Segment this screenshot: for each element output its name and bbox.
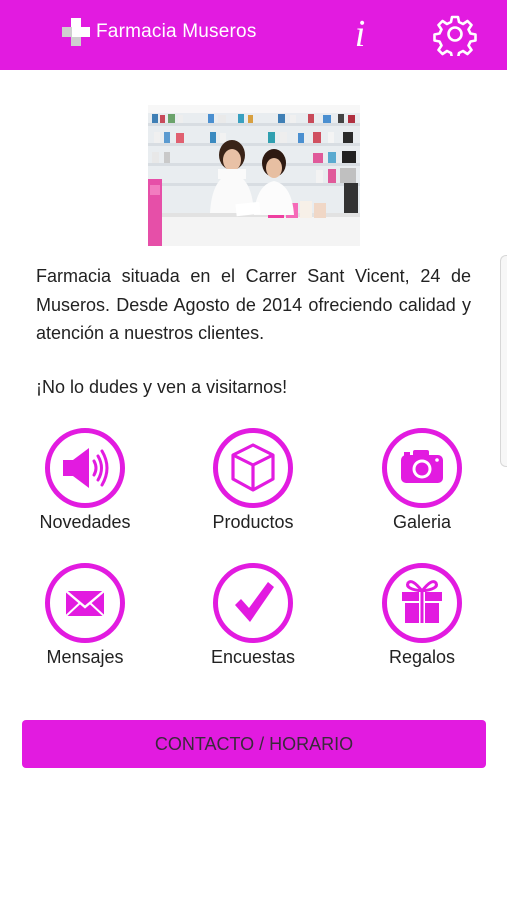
menu-item-circle	[382, 563, 462, 643]
scroll-indicator[interactable]	[500, 255, 507, 467]
envelope-icon	[65, 590, 105, 617]
menu-item-label: Galeria	[392, 512, 452, 532]
app-header: Farmacia Museros i	[0, 0, 507, 70]
tagline: ¡No lo dudes y ven a visitarnos!	[36, 377, 288, 397]
megaphone-icon	[63, 448, 109, 488]
menu-item-mensajes[interactable]: Mensajes	[10, 563, 160, 675]
contact-hours-button[interactable]: CONTACTO / HORARIO	[22, 720, 486, 768]
pharmacy-cross-logo-icon	[62, 18, 90, 46]
pharmacy-description: Farmacia situada en el Carrer Sant Vicen…	[36, 266, 471, 343]
menu-item-label: Mensajes	[46, 647, 124, 667]
menu-item-encuestas[interactable]: Encuestas	[178, 563, 328, 675]
menu-item-label: Encuestas	[210, 647, 296, 667]
menu-item-galeria[interactable]: Galeria	[347, 428, 497, 540]
menu-item-novedades[interactable]: Novedades	[10, 428, 160, 540]
menu-item-circle	[213, 428, 293, 508]
menu-item-productos[interactable]: Productos	[178, 428, 328, 540]
info-button[interactable]: i	[345, 10, 375, 58]
menu-item-circle	[213, 563, 293, 643]
menu-item-regalos[interactable]: Regalos	[347, 563, 497, 675]
menu-item-label: Productos	[212, 512, 294, 532]
box-icon	[231, 443, 275, 492]
menu-item-circle	[382, 428, 462, 508]
gift-icon	[402, 580, 442, 623]
menu-item-circle	[45, 428, 125, 508]
gear-icon[interactable]	[433, 12, 477, 56]
menu-item-label: Novedades	[39, 512, 131, 532]
brand: Farmacia Museros	[60, 14, 257, 50]
checkmark-icon	[235, 582, 274, 622]
menu-item-label: Regalos	[388, 647, 456, 667]
pharmacy-photo	[148, 105, 360, 246]
camera-icon	[401, 450, 443, 483]
app-title: Farmacia Museros	[96, 21, 257, 42]
menu-item-circle	[45, 563, 125, 643]
